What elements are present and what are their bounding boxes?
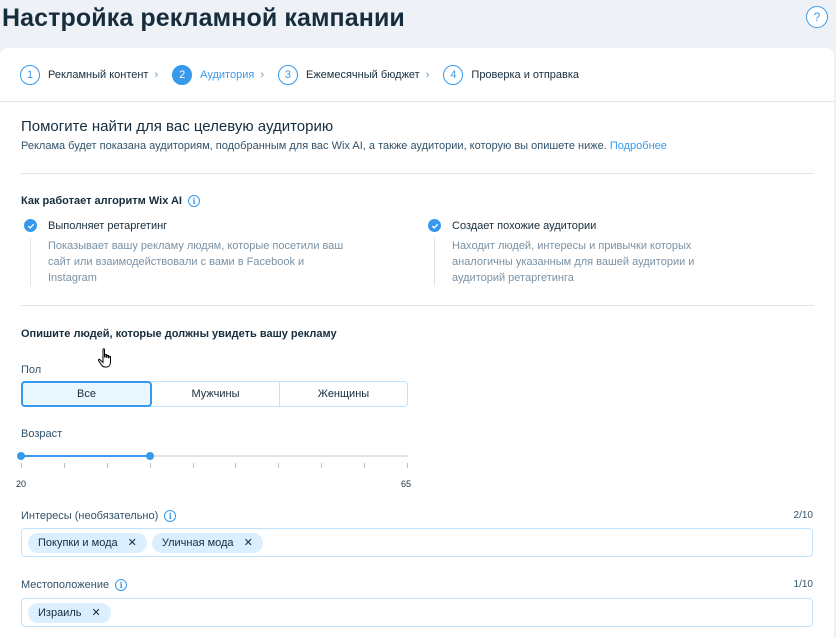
interest-tag: Уличная мода ✕ <box>151 532 263 553</box>
interests-counter: 2/10 <box>793 510 813 521</box>
slider-tick <box>63 463 65 468</box>
age-max-label: 65 <box>401 479 412 489</box>
gender-selector: Все Мужчины Женщины <box>21 381 408 407</box>
step-label: Аудитория <box>200 68 255 81</box>
gender-option-men[interactable]: Мужчины <box>152 382 280 406</box>
tag-label: Покупки и мода <box>38 536 118 549</box>
stepper: 1 Рекламный контент › 2 Аудитория › 3 Еж… <box>0 48 834 102</box>
audience-description: Реклама будет показана аудиториям, подоб… <box>21 140 667 152</box>
tag-label: Уличная мода <box>161 536 234 549</box>
slider-fill <box>21 455 150 457</box>
step-label: Ежемесячный бюджет <box>305 68 420 81</box>
slider-handle-max[interactable] <box>146 452 154 460</box>
main-card: 1 Рекламный контент › 2 Аудитория › 3 Еж… <box>0 48 834 638</box>
age-slider[interactable] <box>17 451 408 471</box>
chevron-right-icon: › <box>154 68 159 81</box>
step-budget[interactable]: 3 Ежемесячный бюджет › <box>277 64 430 85</box>
step-review[interactable]: 4 Проверка и отправка <box>443 64 580 85</box>
gender-option-women[interactable]: Женщины <box>280 382 407 406</box>
audience-description-text: Реклама будет показана аудиториям, подоб… <box>21 140 607 152</box>
interest-tag: Покупки и мода ✕ <box>28 532 147 553</box>
slider-tick <box>235 463 237 468</box>
age-min-label: 20 <box>16 479 27 489</box>
feature-retargeting: Выполняет ретаргетинг Показывает вашу ре… <box>24 219 354 286</box>
divider <box>21 305 814 306</box>
interests-label-text: Интересы (необязательно) <box>21 510 159 522</box>
slider-tick <box>407 463 408 468</box>
slider-tick <box>321 463 323 468</box>
slider-tick <box>149 463 151 468</box>
slider-handle-min[interactable] <box>17 452 25 460</box>
step-number: 1 <box>20 64 40 85</box>
feature-title: Создает похожие аудитории <box>452 219 597 232</box>
info-icon[interactable]: i <box>164 510 177 522</box>
location-label-text: Местоположение <box>21 579 110 591</box>
checkmark-icon <box>24 219 37 232</box>
audience-title: Помогите найти для вас целевую аудиторию <box>21 118 334 135</box>
describe-title: Опишите людей, которые должны увидеть ва… <box>21 328 337 340</box>
feature-title: Выполняет ретаргетинг <box>48 219 168 232</box>
age-label: Возраст <box>21 428 63 440</box>
page-title: Настройка рекламной кампании <box>2 4 405 32</box>
close-icon[interactable]: ✕ <box>244 536 253 549</box>
feature-body: Находит людей, интересы и привычки котор… <box>434 238 718 286</box>
slider-tick <box>106 463 108 468</box>
info-icon[interactable]: i <box>187 195 200 207</box>
gender-option-all[interactable]: Все <box>21 381 152 407</box>
step-number: 4 <box>443 64 464 85</box>
step-number: 2 <box>172 64 193 85</box>
chevron-right-icon: › <box>260 68 264 81</box>
help-button[interactable]: ? <box>806 6 828 28</box>
slider-tick <box>364 463 366 468</box>
location-counter: 1/10 <box>793 579 813 590</box>
algorithm-title: Как работает алгоритм Wix AI i <box>21 195 200 207</box>
slider-tick <box>278 463 280 468</box>
feature-body: Показывает вашу рекламу людям, которые п… <box>30 238 354 286</box>
gender-label: Пол <box>21 364 42 376</box>
step-label: Проверка и отправка <box>471 68 580 81</box>
location-tag: Израиль ✕ <box>28 602 111 623</box>
slider-tick <box>192 463 194 468</box>
feature-lookalike: Создает похожие аудитории Находит людей,… <box>428 219 718 286</box>
learn-more-link[interactable]: Подробнее <box>610 140 667 152</box>
location-label: Местоположение i <box>21 579 128 591</box>
step-label: Рекламный контент <box>48 68 149 81</box>
tag-label: Израиль <box>38 606 82 619</box>
location-input[interactable]: Израиль ✕ <box>21 598 813 627</box>
close-icon[interactable]: ✕ <box>91 606 100 619</box>
chevron-right-icon: › <box>425 68 430 81</box>
step-content[interactable]: 1 Рекламный контент › <box>20 64 159 85</box>
info-icon[interactable]: i <box>115 579 128 591</box>
step-number: 3 <box>277 64 298 85</box>
hand-cursor-icon <box>97 348 111 368</box>
checkmark-icon <box>428 219 441 232</box>
step-audience[interactable]: 2 Аудитория › <box>172 64 264 85</box>
interests-input[interactable]: Покупки и мода ✕ Уличная мода ✕ <box>21 528 813 557</box>
divider <box>21 173 814 174</box>
algorithm-title-text: Как работает алгоритм Wix AI <box>21 195 182 207</box>
interests-label: Интересы (необязательно) i <box>21 510 177 522</box>
slider-tick <box>21 463 22 468</box>
question-icon: ? <box>813 10 821 24</box>
close-icon[interactable]: ✕ <box>128 536 137 549</box>
